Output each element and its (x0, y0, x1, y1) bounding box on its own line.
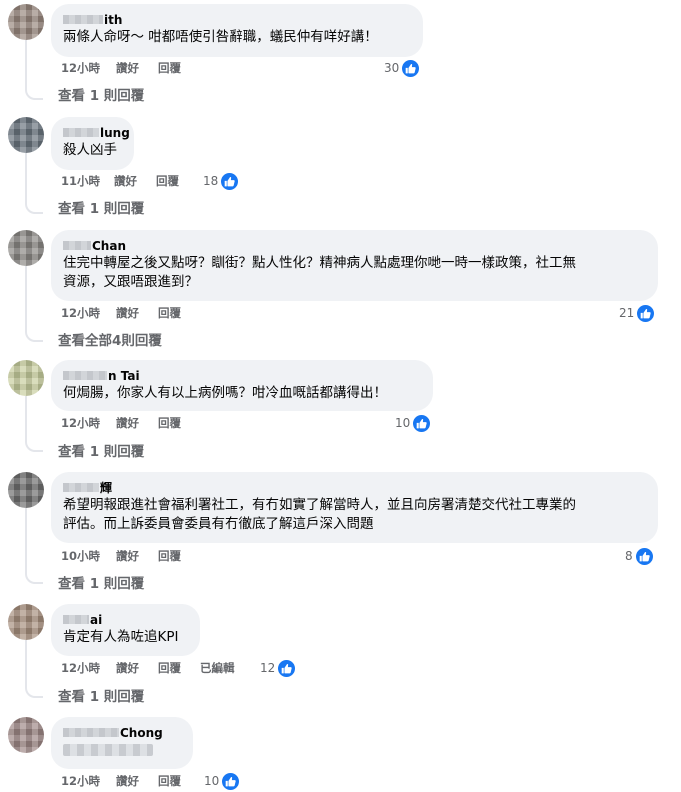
reaction-count[interactable]: 12 (260, 658, 297, 678)
timestamp[interactable]: 11小時 (61, 172, 100, 190)
thread-line (25, 38, 27, 90)
view-replies-link[interactable]: 查看 1 則回覆 (58, 574, 144, 594)
thread-line (25, 640, 27, 688)
thumbs-up-icon (634, 546, 654, 566)
avatar[interactable] (8, 604, 44, 640)
comment-text: 兩條人命呀～ 咁都唔使引咎辭職，蟻民仲有咩好講！ (63, 29, 378, 45)
commenter-name[interactable]: Chong (63, 725, 181, 741)
like-button[interactable]: 讚好 (116, 547, 139, 565)
thread-connector (25, 200, 43, 214)
thread-connector (25, 438, 43, 452)
thumbs-up-icon (220, 171, 240, 191)
thumbs-up-icon (221, 771, 241, 791)
commenter-name[interactable]: 輝 (63, 480, 646, 496)
comment-text: 何焗腸，你家人有以上病例嗎？咁冷血嘅話都講得出！ (63, 385, 387, 401)
comment-thread: ith 兩條人命呀～ 咁都唔使引咎辭職，蟻民仲有咩好講！ 12小時 讚好 回覆 … (0, 0, 681, 792)
comment-bubble: 輝 希望明報跟進社會福利署社工，有冇如實了解當時人，並且向房署清楚交代社工專業的… (51, 472, 658, 543)
thumbs-up-icon (277, 658, 297, 678)
comment-bubble: lung 殺人凶手 (51, 117, 134, 170)
comment-text: 殺人凶手 (63, 142, 117, 158)
comment-text: 肯定有人為咗追KPI (63, 629, 179, 645)
comment-bubble: Chan 住完中轉屋之後又點呀？瞓街？點人性化？精神病人點處理你哋一時一樣政策，… (51, 230, 658, 301)
like-button[interactable]: 讚好 (116, 59, 139, 77)
timestamp[interactable]: 12小時 (61, 304, 100, 322)
comment-text: 希望明報跟進社會福利署社工，有冇如實了解當時人，並且向房署清楚交代社工專業的 評… (63, 497, 576, 532)
like-button[interactable]: 讚好 (116, 659, 139, 677)
thread-line (25, 396, 27, 442)
reaction-count[interactable]: 21 (619, 303, 656, 323)
timestamp[interactable]: 12小時 (61, 772, 100, 790)
like-button[interactable]: 讚好 (116, 414, 139, 432)
reaction-count[interactable]: 10 (204, 771, 241, 791)
thread-line (25, 266, 27, 332)
reply-button[interactable]: 回覆 (158, 547, 181, 565)
like-button[interactable]: 讚好 (116, 772, 139, 790)
thread-connector (25, 328, 43, 342)
commenter-name[interactable]: ith (63, 12, 411, 28)
thread-connector (25, 570, 43, 584)
comment-bubble: n Tai 何焗腸，你家人有以上病例嗎？咁冷血嘅話都講得出！ (51, 360, 433, 411)
reaction-count[interactable]: 8 (625, 546, 654, 566)
comment-text: 住完中轉屋之後又點呀？瞓街？點人性化？精神病人點處理你哋一時一樣政策，社工無 資… (63, 255, 576, 290)
comment-bubble: Chong (51, 717, 193, 769)
timestamp[interactable]: 10小時 (61, 547, 100, 565)
avatar[interactable] (8, 360, 44, 396)
commenter-name[interactable]: n Tai (63, 368, 421, 384)
commenter-name[interactable]: Chan (63, 238, 646, 254)
thread-connector (25, 684, 43, 698)
view-replies-link[interactable]: 查看 1 則回覆 (58, 687, 144, 707)
view-replies-link[interactable]: 查看全部4則回覆 (58, 331, 162, 351)
reaction-count[interactable]: 18 (203, 171, 240, 191)
timestamp[interactable]: 12小時 (61, 414, 100, 432)
commenter-name[interactable]: lung (63, 125, 130, 141)
comment-bubble: ith 兩條人命呀～ 咁都唔使引咎辭職，蟻民仲有咩好講！ (51, 4, 423, 57)
thumbs-up-icon (636, 303, 656, 323)
obscured-comment-text (63, 744, 153, 756)
avatar[interactable] (8, 472, 44, 508)
view-replies-link[interactable]: 查看 1 則回覆 (58, 442, 144, 462)
thread-connector (25, 86, 43, 100)
avatar[interactable] (8, 4, 44, 40)
avatar[interactable] (8, 230, 44, 266)
avatar[interactable] (8, 717, 44, 753)
view-replies-link[interactable]: 查看 1 則回覆 (58, 86, 144, 106)
thread-line (25, 508, 27, 574)
reply-button[interactable]: 回覆 (156, 172, 179, 190)
view-replies-link[interactable]: 查看 1 則回覆 (58, 199, 144, 219)
reply-button[interactable]: 回覆 (158, 772, 181, 790)
timestamp[interactable]: 12小時 (61, 659, 100, 677)
thread-line (25, 152, 27, 204)
avatar[interactable] (8, 117, 44, 153)
reaction-count[interactable]: 30 (384, 58, 421, 78)
like-button[interactable]: 讚好 (116, 304, 139, 322)
timestamp[interactable]: 12小時 (61, 59, 100, 77)
edited-label: 已編輯 (200, 661, 235, 675)
comment-bubble: ai 肯定有人為咗追KPI (51, 604, 200, 656)
reply-button[interactable]: 回覆 (158, 59, 181, 77)
reply-button[interactable]: 回覆 (158, 414, 181, 432)
reaction-count[interactable]: 10 (395, 413, 432, 433)
reply-button[interactable]: 回覆 (158, 659, 181, 677)
like-button[interactable]: 讚好 (114, 172, 137, 190)
thumbs-up-icon (401, 58, 421, 78)
commenter-name[interactable]: ai (63, 612, 188, 628)
thumbs-up-icon (412, 413, 432, 433)
reply-button[interactable]: 回覆 (158, 304, 181, 322)
